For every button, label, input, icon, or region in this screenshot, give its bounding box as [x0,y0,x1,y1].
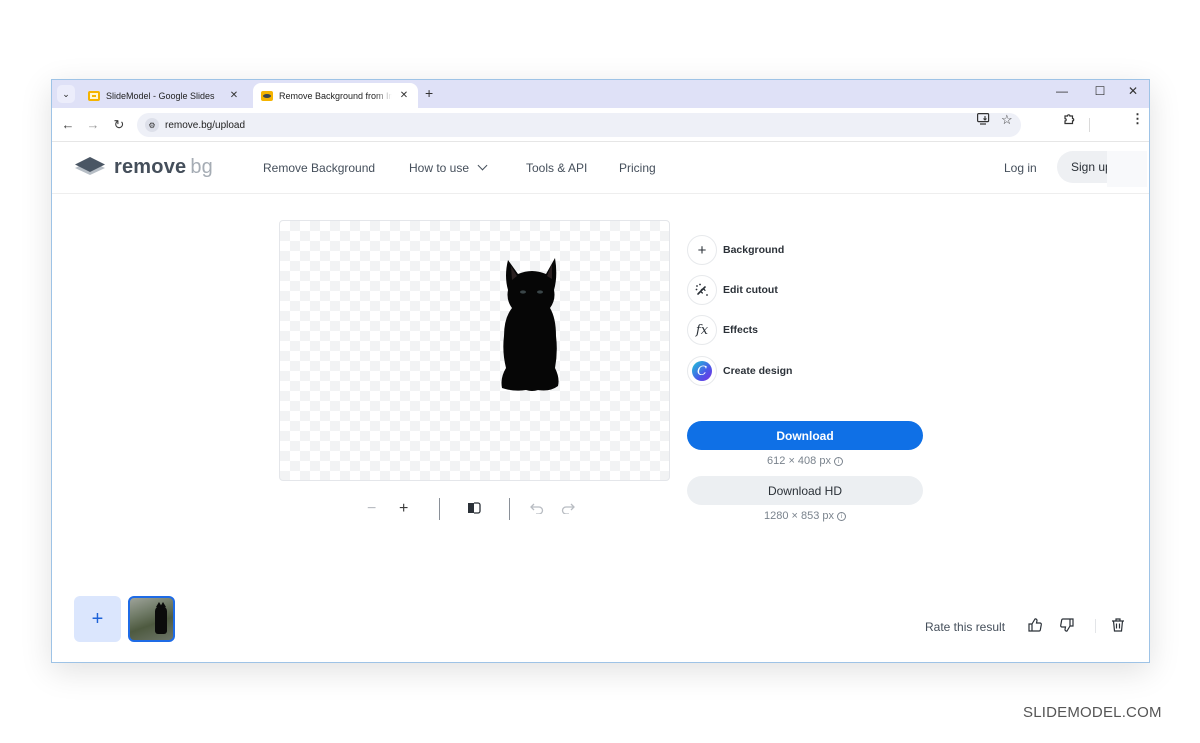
chevron-down-icon [477,160,488,171]
action-label: Effects [723,324,759,336]
chevron-down-icon: ⌄ [62,88,70,99]
tab-remove-bg[interactable]: Remove Background from Image ✕ [253,83,418,108]
logo-wordmark: remove bg [114,155,214,178]
tab-search-button[interactable]: ⌄ [57,85,75,103]
login-link[interactable]: Log in [1004,161,1037,175]
extensions-puzzle-icon[interactable] [1063,113,1075,128]
undo-icon[interactable] [530,501,544,519]
close-window-button[interactable]: ✕ [1123,84,1143,98]
fx-icon: fx [687,315,717,345]
back-button[interactable]: ← [59,116,77,134]
minimize-button[interactable]: — [1052,84,1072,98]
background-action[interactable]: + Background [687,235,784,265]
toolbar-divider [439,498,440,520]
thumbnail-cat [155,602,167,634]
thumbs-up-icon[interactable] [1027,617,1045,635]
divider [1095,619,1096,633]
site-settings-icon[interactable]: ⚙ [145,118,159,132]
download-size-text: 612 × 408 px [767,455,831,467]
info-icon[interactable]: i [837,512,847,521]
tab-title: SlideModel - Google Slides [106,90,215,101]
compare-toggle-icon[interactable] [467,501,481,520]
new-tab-button[interactable]: + [425,85,433,101]
bookmark-star-icon[interactable]: ☆ [1001,112,1013,128]
browser-window: ⌄ SlideModel - Google Slides ✕ Remove Ba… [51,79,1150,663]
nav-how-to-use-label: How to use [409,161,470,175]
image-thumbnail[interactable] [128,596,175,642]
canva-icon: C [692,361,712,381]
info-icon[interactable]: i [833,457,843,466]
thumbs-down-icon[interactable] [1059,617,1077,635]
download-hd-size-text: 1280 × 853 px [763,510,835,522]
canva-icon-container: C [687,356,717,386]
forward-button[interactable]: → [84,116,102,134]
toolbar-divider [509,498,510,520]
removebg-logo[interactable]: remove bg [74,155,213,179]
nav-remove-background[interactable]: Remove Background [263,161,375,175]
screenshot-stage: ⌄ SlideModel - Google Slides ✕ Remove Ba… [0,0,1200,743]
overflow-mask [1107,151,1147,187]
zoom-in-button[interactable]: + [399,500,408,518]
nav-pricing[interactable]: Pricing [619,161,656,175]
create-design-action[interactable]: C Create design [687,356,792,386]
nav-how-to-use[interactable]: How to use [409,160,488,175]
zoom-out-button[interactable]: − [367,500,376,518]
browser-toolbar: ← → ↻ ⚙ remove.bg/upload ☆ ⋮ [52,108,1149,142]
tab-strip: ⌄ SlideModel - Google Slides ✕ Remove Ba… [52,80,1149,108]
redo-icon[interactable] [561,501,575,519]
add-image-button[interactable]: + [74,596,121,642]
close-tab-icon[interactable]: ✕ [228,90,240,101]
address-bar[interactable]: ⚙ remove.bg/upload [137,113,1021,137]
edit-cutout-action[interactable]: Edit cutout [687,275,778,305]
toolbar-divider [1089,118,1090,132]
google-slides-icon [88,90,100,101]
trash-icon[interactable] [1110,617,1128,635]
logo-layers-icon [74,155,106,179]
removebg-icon [261,90,273,101]
tab-google-slides[interactable]: SlideModel - Google Slides ✕ [80,83,248,108]
download-size: 612 × 408 px i [687,455,923,467]
url-text[interactable]: remove.bg/upload [165,120,245,131]
plus-icon: + [687,235,717,265]
result-canvas[interactable] [279,220,670,481]
nav-tools-api[interactable]: Tools & API [526,161,587,175]
download-hd-size: 1280 × 853 px i [687,510,923,522]
close-tab-icon[interactable]: ✕ [398,90,410,101]
rate-result-label: Rate this result [925,620,1006,634]
download-button[interactable]: Download [687,421,923,450]
viewer-toolbar: − + [362,498,582,522]
action-label: Background [723,244,785,256]
action-label: Create design [723,365,793,377]
tab-title: Remove Background from Image [279,90,392,101]
cat-cutout-image [501,258,559,391]
action-label: Edit cutout [723,284,778,296]
site-header: remove bg Remove Background How to use To… [52,142,1149,194]
browser-menu-icon[interactable]: ⋮ [1131,111,1144,127]
watermark: SLIDEMODEL.COM [1023,704,1162,721]
effects-action[interactable]: fx Effects [687,315,758,345]
install-app-icon[interactable] [977,113,990,128]
reload-button[interactable]: ↻ [110,116,128,134]
magic-wand-icon [687,275,717,305]
maximize-button[interactable]: ☐ [1090,84,1110,98]
download-hd-button[interactable]: Download HD [687,476,923,505]
